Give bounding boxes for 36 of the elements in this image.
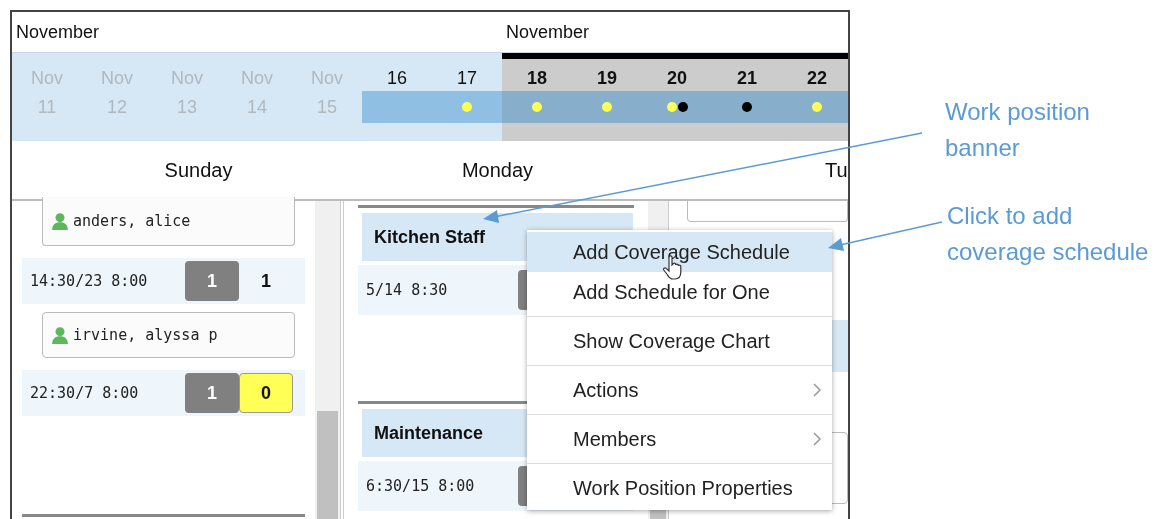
count-badge: 1 [185, 373, 239, 413]
day-header: Tu [825, 158, 848, 181]
date-label[interactable]: 19 [597, 68, 617, 89]
annotation-text: Click to add coverage schedule [947, 201, 1150, 267]
count-badge: 1 [185, 261, 239, 301]
date-label[interactable]: 20 [667, 68, 687, 89]
menu-item[interactable]: Show Coverage Chart [527, 321, 832, 361]
member-card[interactable]: irvine, alyssa p [42, 312, 295, 358]
shift-time: 22:30/7 8:00 [30, 384, 140, 402]
chevron-right-icon [812, 382, 822, 398]
day-header: Sunday [164, 158, 233, 181]
menu-item[interactable]: Add Coverage Schedule [527, 232, 832, 272]
shift-row[interactable]: 22:30/7 8:00 1 0 [22, 370, 305, 416]
scrollbar[interactable] [315, 201, 341, 519]
annotation-text: Work position banner [945, 97, 1091, 163]
month-label: November [16, 21, 100, 42]
person-icon [51, 326, 69, 344]
chevron-right-icon [812, 431, 822, 447]
shift-time: 6:30/15 8:00 [366, 477, 476, 495]
date-label[interactable]: 22 [807, 68, 827, 89]
shift-time: 14:30/23 8:00 [30, 272, 149, 290]
date-label[interactable]: 17 [457, 68, 477, 89]
count-label: 1 [260, 269, 272, 293]
date-label[interactable]: 18 [527, 68, 547, 89]
shift-row[interactable]: 14:30/23 8:00 1 1 [22, 258, 305, 304]
scroll-thumb[interactable] [317, 411, 338, 519]
member-card[interactable] [687, 201, 848, 222]
date-label[interactable]: 21 [737, 68, 757, 89]
shift-time: 5/14 8:30 [366, 281, 449, 299]
person-icon [51, 212, 69, 230]
date-label[interactable]: 16 [387, 68, 407, 89]
member-card[interactable]: anders, alice [42, 197, 295, 246]
day-header: Monday [461, 158, 534, 181]
menu-item[interactable]: Actions [527, 370, 832, 410]
count-badge: 0 [239, 373, 293, 413]
month-label: November [506, 21, 590, 42]
